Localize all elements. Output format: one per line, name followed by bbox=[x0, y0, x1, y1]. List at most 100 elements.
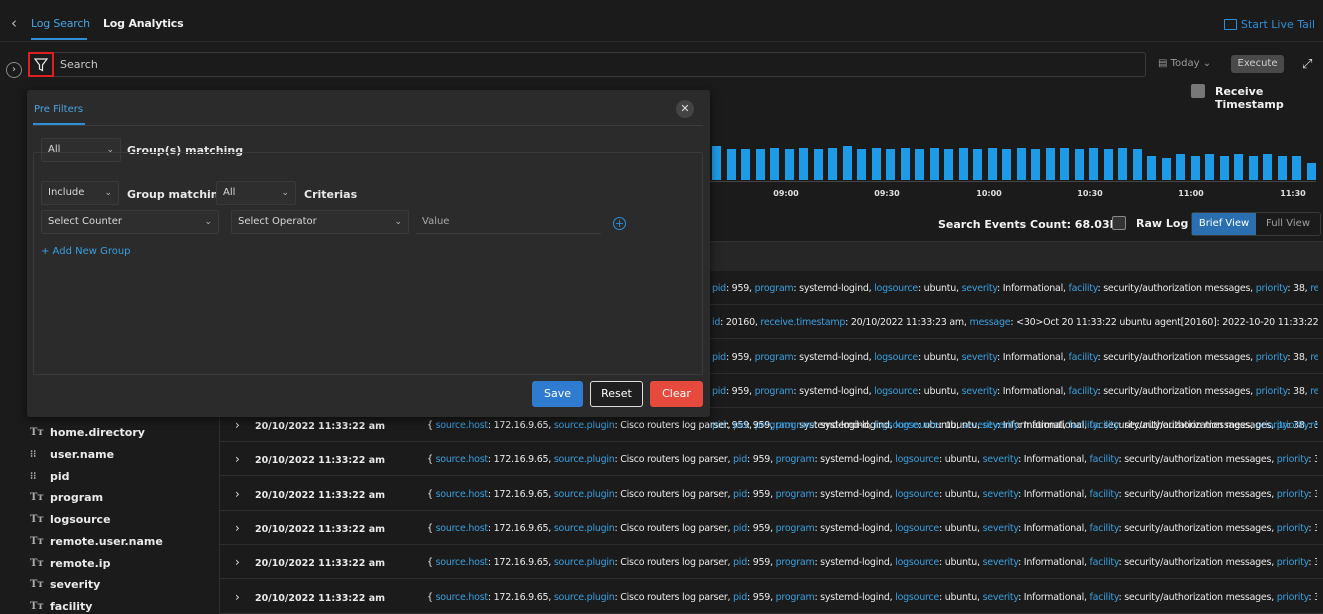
log-field-key[interactable]: program bbox=[776, 420, 815, 431]
histogram-bar[interactable] bbox=[1031, 149, 1040, 180]
log-field-key[interactable]: priority bbox=[1256, 283, 1288, 294]
expand-row-chevron-icon[interactable]: › bbox=[235, 590, 240, 604]
log-field-key[interactable]: source.host bbox=[436, 489, 489, 500]
histogram-bar[interactable] bbox=[770, 148, 779, 180]
log-field-key[interactable]: program bbox=[755, 352, 794, 363]
log-field-key[interactable]: pid bbox=[733, 420, 747, 431]
log-field-key[interactable]: priority bbox=[1277, 420, 1309, 431]
log-field-key[interactable]: severity bbox=[983, 557, 1019, 568]
log-field-key[interactable]: pid bbox=[733, 523, 747, 534]
histogram-bar[interactable] bbox=[1060, 148, 1069, 180]
histogram-bar[interactable] bbox=[1089, 148, 1098, 180]
histogram-bar[interactable] bbox=[828, 148, 837, 180]
save-button[interactable]: Save bbox=[532, 381, 583, 407]
histogram-bar[interactable] bbox=[1161, 158, 1171, 180]
log-field-key[interactable]: facility bbox=[1069, 352, 1098, 363]
log-field-key[interactable]: pid bbox=[733, 557, 747, 568]
histogram-bar[interactable] bbox=[1176, 154, 1185, 180]
histogram-bar[interactable] bbox=[900, 148, 910, 180]
histogram-bar[interactable] bbox=[987, 148, 997, 180]
log-field-key[interactable]: program bbox=[776, 592, 815, 603]
back-chevron-icon[interactable]: ‹ bbox=[11, 16, 21, 31]
histogram-bar[interactable] bbox=[1118, 148, 1127, 180]
add-criteria-icon[interactable]: + bbox=[613, 217, 626, 230]
log-field-key[interactable]: logsource bbox=[874, 283, 918, 294]
log-field-key[interactable]: pid bbox=[733, 489, 747, 500]
log-field-key[interactable]: logsource bbox=[874, 352, 918, 363]
histogram-bar[interactable] bbox=[1045, 148, 1055, 180]
field-item[interactable]: ⁝⁝ user.name bbox=[30, 448, 114, 461]
log-field-key[interactable]: program bbox=[776, 489, 815, 500]
expand-row-chevron-icon[interactable]: › bbox=[235, 555, 240, 569]
log-field-key[interactable]: severity bbox=[983, 489, 1019, 500]
log-field-key[interactable]: facility bbox=[1069, 283, 1098, 294]
expand-row-chevron-icon[interactable]: › bbox=[235, 521, 240, 535]
histogram-bar[interactable] bbox=[929, 148, 939, 180]
log-field-key[interactable]: logsource bbox=[895, 523, 939, 534]
histogram-bar[interactable] bbox=[842, 146, 852, 180]
table-row[interactable]: › 20/10/2022 11:33:22 am { source.host: 17… bbox=[220, 580, 1323, 614]
log-field-key[interactable]: facility bbox=[1090, 489, 1119, 500]
log-field-key[interactable]: source.host bbox=[436, 557, 489, 568]
full-view-button[interactable]: Full View bbox=[1256, 213, 1320, 235]
histogram-bar[interactable] bbox=[1248, 156, 1258, 180]
log-field-key[interactable]: pid bbox=[733, 454, 747, 465]
receive-timestamp-checkbox[interactable] bbox=[1191, 84, 1205, 98]
log-field-key[interactable]: pid bbox=[712, 386, 726, 397]
log-field-key[interactable]: logsource bbox=[895, 454, 939, 465]
log-field-key[interactable]: logsource bbox=[895, 420, 939, 431]
log-field-key[interactable]: source.plugin bbox=[554, 420, 615, 431]
sidebar-toggle-icon[interactable]: › bbox=[6, 62, 22, 78]
field-item[interactable]: Tт home.directory bbox=[30, 426, 145, 439]
log-field-key[interactable]: priority bbox=[1256, 386, 1288, 397]
filter-button[interactable] bbox=[28, 52, 54, 77]
raw-log-checkbox[interactable] bbox=[1112, 216, 1126, 230]
log-field-key[interactable]: source.plugin bbox=[554, 489, 615, 500]
expand-icon[interactable]: ⤢ bbox=[1302, 57, 1312, 72]
log-field-key[interactable]: source.host bbox=[436, 420, 489, 431]
log-field-key[interactable]: re bbox=[1310, 386, 1318, 397]
histogram-bar[interactable] bbox=[712, 146, 721, 180]
add-new-group-link[interactable]: + Add New Group bbox=[41, 246, 131, 257]
value-input[interactable]: Value bbox=[416, 210, 601, 234]
histogram-bar[interactable] bbox=[857, 149, 866, 180]
histogram-bar[interactable] bbox=[871, 148, 881, 180]
field-item[interactable]: Tт remote.ip bbox=[30, 557, 110, 570]
histogram-bar[interactable] bbox=[1219, 156, 1229, 180]
close-icon[interactable]: ✕ bbox=[676, 100, 694, 118]
tab-log-search[interactable]: Log Search bbox=[31, 17, 90, 30]
histogram-bar[interactable] bbox=[886, 149, 895, 180]
log-field-key[interactable]: program bbox=[755, 386, 794, 397]
field-item[interactable]: Tт program bbox=[30, 491, 103, 504]
log-field-key[interactable]: severity bbox=[983, 420, 1019, 431]
log-field-key[interactable]: severity bbox=[962, 283, 998, 294]
histogram-bar[interactable] bbox=[1103, 149, 1113, 180]
histogram-bar[interactable] bbox=[1016, 148, 1026, 180]
criteria-match-select[interactable]: All ⌄ bbox=[216, 181, 296, 205]
expand-row-chevron-icon[interactable]: › bbox=[235, 418, 240, 432]
histogram-bar[interactable] bbox=[1132, 149, 1142, 180]
log-field-key[interactable]: receive.timestamp bbox=[760, 317, 845, 328]
histogram-bar[interactable] bbox=[726, 149, 736, 180]
log-field-key[interactable]: program bbox=[755, 283, 794, 294]
execute-button[interactable]: Execute bbox=[1231, 55, 1284, 73]
log-field-key[interactable]: priority bbox=[1277, 557, 1309, 568]
histogram-bar[interactable] bbox=[755, 149, 765, 180]
histogram-bar[interactable] bbox=[813, 149, 823, 180]
histogram-bar[interactable] bbox=[915, 149, 924, 180]
histogram-bar[interactable] bbox=[1292, 156, 1301, 180]
tab-pre-filters[interactable]: Pre Filters bbox=[34, 104, 83, 115]
log-field-key[interactable]: priority bbox=[1256, 352, 1288, 363]
search-input[interactable] bbox=[28, 52, 1146, 77]
select-counter-dropdown[interactable]: Select Counter ⌄ bbox=[41, 210, 219, 234]
log-field-key[interactable]: logsource bbox=[895, 557, 939, 568]
log-field-key[interactable]: id bbox=[712, 317, 720, 328]
log-field-key[interactable]: source.plugin bbox=[554, 592, 615, 603]
log-field-key[interactable]: priority bbox=[1277, 454, 1309, 465]
tab-log-analytics[interactable]: Log Analytics bbox=[103, 17, 184, 30]
log-field-key[interactable]: pid bbox=[712, 352, 726, 363]
start-live-tail-button[interactable]: Start Live Tail bbox=[1223, 18, 1315, 31]
histogram-bar[interactable] bbox=[1205, 154, 1214, 180]
log-field-key[interactable]: pid bbox=[712, 283, 726, 294]
log-field-key[interactable]: severity bbox=[983, 592, 1019, 603]
